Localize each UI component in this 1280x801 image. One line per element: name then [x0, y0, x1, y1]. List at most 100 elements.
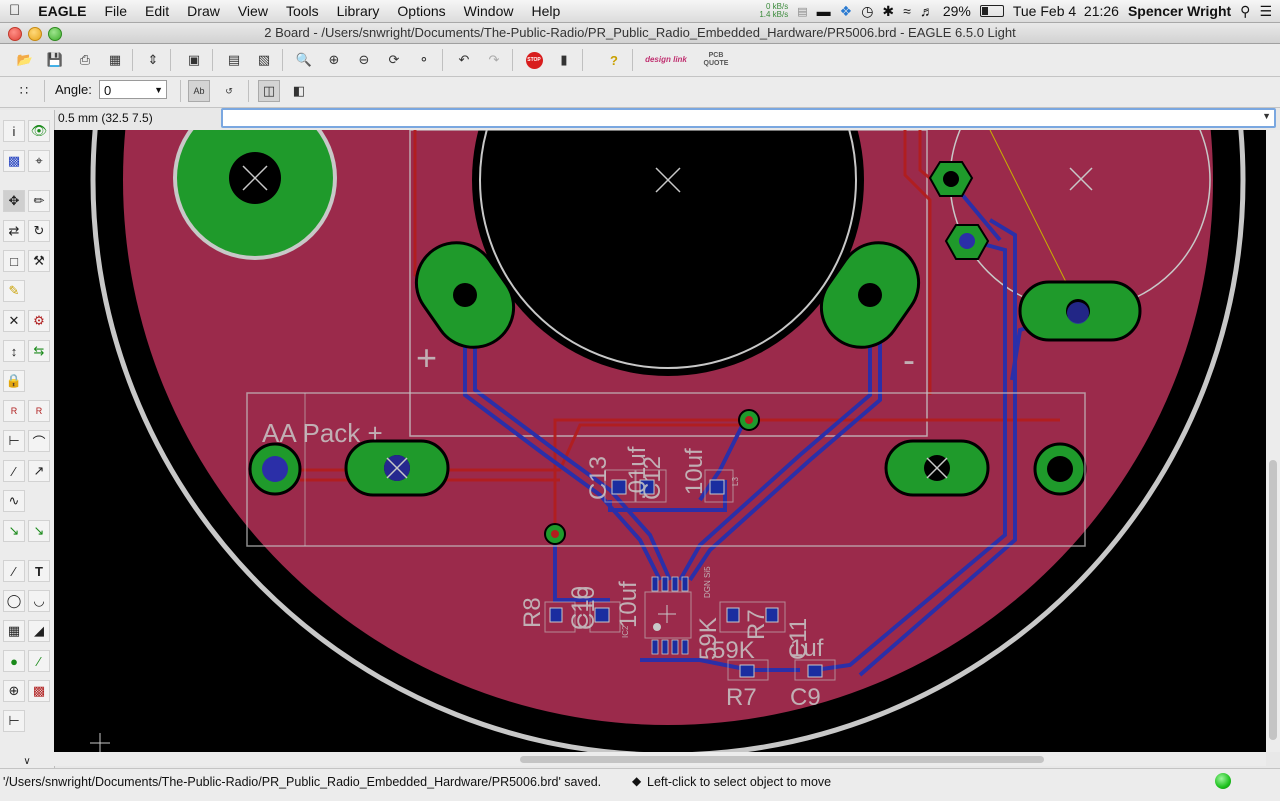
layout-icon-b[interactable]: ◧	[288, 80, 310, 102]
show-icon[interactable]: 👁	[28, 120, 50, 142]
autoroute-icon[interactable]: ↘	[3, 520, 25, 542]
delete-icon[interactable]: ✕	[3, 310, 25, 332]
library-icon[interactable]: ▣	[183, 49, 205, 71]
redraw-icon[interactable]: ⟳	[383, 49, 405, 71]
print-icon[interactable]: ⎙	[74, 49, 96, 71]
designlink-button[interactable]: design link	[644, 49, 688, 71]
menu-options[interactable]: Options	[388, 0, 454, 22]
menu-file[interactable]: File	[95, 0, 136, 22]
angle-label: Angle:	[55, 82, 92, 97]
circle-icon[interactable]: ◯	[3, 590, 25, 612]
text-orientation-icon[interactable]: Ab	[188, 80, 210, 102]
attribute-icon[interactable]: ▩	[28, 680, 50, 702]
route-icon[interactable]: ↗	[28, 460, 50, 482]
rect-icon[interactable]: ▦	[3, 620, 25, 642]
network-speed[interactable]: 0 kB/s 1.4 kB/s	[759, 3, 788, 19]
battery-icon[interactable]	[979, 5, 1004, 17]
open-icon[interactable]: 📂	[14, 49, 36, 71]
hole-icon[interactable]: ⊕	[3, 680, 25, 702]
battery-percent[interactable]: 29%	[943, 3, 971, 19]
menu-library[interactable]: Library	[328, 0, 389, 22]
move-icon[interactable]: ✥	[3, 190, 25, 212]
menu-draw[interactable]: Draw	[178, 0, 229, 22]
angle-select[interactable]: 0 ▼	[99, 80, 167, 99]
lock-icon[interactable]: 🔒	[3, 370, 25, 392]
toolbar-divider	[132, 49, 133, 71]
miter-icon[interactable]: ⌒	[28, 430, 50, 452]
menu-edit[interactable]: Edit	[136, 0, 178, 22]
zoom-in-icon[interactable]: ⊕	[323, 49, 345, 71]
menu-help[interactable]: Help	[522, 0, 569, 22]
info-icon[interactable]: i	[3, 120, 25, 142]
ic-small-label: IC2	[621, 625, 630, 638]
horizontal-scroll-thumb[interactable]	[520, 756, 1044, 763]
arc-icon[interactable]: ◡	[28, 590, 50, 612]
menu-view[interactable]: View	[229, 0, 277, 22]
copy-icon[interactable]: ✏	[28, 190, 50, 212]
spotlight-icon[interactable]: ⚲	[1240, 3, 1250, 20]
display-layers-icon[interactable]: ▩	[3, 150, 25, 172]
volume-icon[interactable]: ♬	[920, 3, 934, 19]
wire-icon[interactable]: ∕	[3, 560, 25, 582]
script-icon[interactable]: ▤	[223, 49, 245, 71]
text-icon[interactable]: T	[28, 560, 50, 582]
zoom-fit-icon[interactable]: 🔍	[293, 49, 315, 71]
board-drawing[interactable]: + - AA Pack + C13 .01uf C12 10uf R8 C10 …	[54, 130, 1266, 752]
app-menu[interactable]: EAGLE	[29, 0, 95, 22]
change-icon[interactable]: ⚒	[28, 250, 50, 272]
name-icon[interactable]: ↕	[3, 340, 25, 362]
smash-icon[interactable]: R	[3, 400, 25, 422]
timemachine-icon[interactable]: ◷	[861, 3, 873, 20]
via-icon[interactable]: ●	[3, 650, 25, 672]
notification-center-icon[interactable]: ☰	[1259, 3, 1272, 20]
minus-icon[interactable]: ▬	[817, 3, 831, 19]
help-icon[interactable]: ?	[603, 49, 625, 71]
cam-icon[interactable]: ▦	[104, 49, 126, 71]
split-icon[interactable]: ⊢	[3, 430, 25, 452]
mirror-icon[interactable]: ⇄	[3, 220, 25, 242]
bluetooth-icon[interactable]: ✱	[882, 3, 894, 20]
undo-icon[interactable]: ↶	[453, 49, 475, 71]
clock[interactable]: Tue Feb 4 21:26	[1013, 3, 1119, 19]
grid-icon[interactable]: ∷	[13, 80, 35, 102]
mark-icon[interactable]: ⌖	[28, 150, 50, 172]
go-icon[interactable]: ▮	[553, 49, 575, 71]
board-canvas[interactable]: + - AA Pack + C13 .01uf C12 10uf R8 C10 …	[54, 130, 1266, 752]
dimension-icon[interactable]: ⊢	[3, 710, 25, 732]
close-button[interactable]	[8, 27, 22, 41]
memory-icon[interactable]: ▤	[797, 5, 807, 18]
board-switch-icon[interactable]: ⇕	[142, 49, 164, 71]
value-icon[interactable]: ⇆	[28, 340, 50, 362]
apple-icon[interactable]: 	[0, 0, 29, 22]
vertical-scroll-thumb[interactable]	[1269, 460, 1277, 740]
ulp-icon[interactable]: ▧	[253, 49, 275, 71]
user-name[interactable]: Spencer Wright	[1128, 3, 1231, 19]
zoom-button[interactable]	[48, 27, 62, 41]
menu-window[interactable]: Window	[455, 0, 523, 22]
redo-icon[interactable]: ↷	[483, 49, 505, 71]
add-icon[interactable]: ⚙	[28, 310, 50, 332]
text-spin-icon[interactable]: ↺	[218, 80, 240, 102]
polygon-icon[interactable]: ◢	[28, 620, 50, 642]
stop-icon[interactable]: STOP	[523, 49, 545, 71]
chevron-down-icon[interactable]: ▼	[1262, 111, 1271, 121]
signal-icon[interactable]: ∕	[28, 650, 50, 672]
ripup-icon[interactable]: ↘	[28, 520, 50, 542]
toolbar-divider	[170, 49, 171, 71]
rotate-icon[interactable]: ↻	[28, 220, 50, 242]
replace-icon[interactable]: R	[28, 400, 50, 422]
menu-tools[interactable]: Tools	[277, 0, 328, 22]
optimize-icon[interactable]: ∕	[3, 460, 25, 482]
command-line-input[interactable]: ▼	[221, 108, 1276, 128]
ratsnest-icon[interactable]: ∿	[3, 490, 25, 512]
pcbquote-button[interactable]: PCB QUOTE	[696, 49, 736, 71]
zoom-out-icon[interactable]: ⊖	[353, 49, 375, 71]
dropbox-icon[interactable]: ❖	[840, 3, 853, 20]
zoom-select-icon[interactable]: ⚬	[413, 49, 435, 71]
paste-icon[interactable]: ✎	[3, 280, 25, 302]
layout-icon-a[interactable]: ◫	[258, 80, 280, 102]
group-icon[interactable]: □	[3, 250, 25, 272]
save-icon[interactable]: 💾	[44, 49, 66, 71]
minimize-button[interactable]	[28, 27, 42, 41]
wifi-icon[interactable]: ≈	[903, 3, 911, 19]
